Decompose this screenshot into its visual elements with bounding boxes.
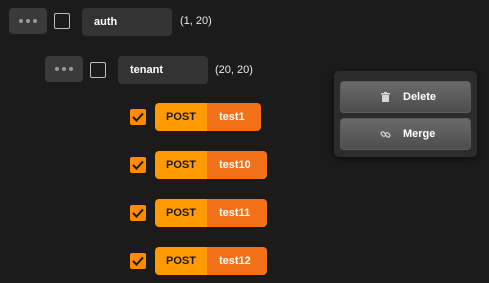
request-method: POST: [155, 247, 207, 275]
root-coords: (1, 20): [180, 15, 212, 27]
checkmark-icon: [132, 208, 144, 218]
request-method: POST: [155, 151, 207, 179]
root-folder-label: auth: [94, 16, 118, 28]
checkmark-icon: [132, 160, 144, 170]
request-name: test1: [207, 103, 261, 131]
dot: [69, 67, 73, 71]
child-coords: (20, 20): [215, 64, 253, 76]
delete-button[interactable]: Delete: [340, 81, 471, 113]
request-checkbox[interactable]: [130, 253, 146, 269]
collection-tree: auth (1, 20) tenant (20, 20) POST test1 …: [0, 0, 489, 283]
merge-button[interactable]: Merge: [340, 118, 471, 150]
request-method: POST: [155, 103, 207, 131]
link-icon: [375, 129, 395, 140]
dot: [26, 19, 30, 23]
child-checkbox[interactable]: [90, 62, 106, 78]
merge-label: Merge: [403, 128, 436, 140]
request-checkbox[interactable]: [130, 205, 146, 221]
dot: [62, 67, 66, 71]
child-folder-label: tenant: [130, 64, 163, 76]
context-menu: Delete Merge: [334, 71, 477, 157]
request-item[interactable]: POST test1: [155, 103, 261, 131]
delete-label: Delete: [403, 91, 437, 103]
request-method: POST: [155, 199, 207, 227]
request-item[interactable]: POST test10: [155, 151, 267, 179]
request-name: test11: [207, 199, 267, 227]
request-item[interactable]: POST test12: [155, 247, 267, 275]
request-name: test10: [207, 151, 267, 179]
dot: [19, 19, 23, 23]
child-folder-name[interactable]: tenant: [118, 56, 208, 84]
request-checkbox[interactable]: [130, 109, 146, 125]
request-name: test12: [207, 247, 267, 275]
request-checkbox[interactable]: [130, 157, 146, 173]
root-folder-name[interactable]: auth: [82, 8, 172, 36]
dot: [55, 67, 59, 71]
checkmark-icon: [132, 112, 144, 122]
checkmark-icon: [132, 256, 144, 266]
child-more-options-button[interactable]: [45, 56, 83, 82]
root-more-options-button[interactable]: [9, 8, 47, 34]
root-checkbox[interactable]: [54, 13, 70, 29]
trash-icon: [375, 92, 395, 102]
dot: [33, 19, 37, 23]
request-item[interactable]: POST test11: [155, 199, 267, 227]
